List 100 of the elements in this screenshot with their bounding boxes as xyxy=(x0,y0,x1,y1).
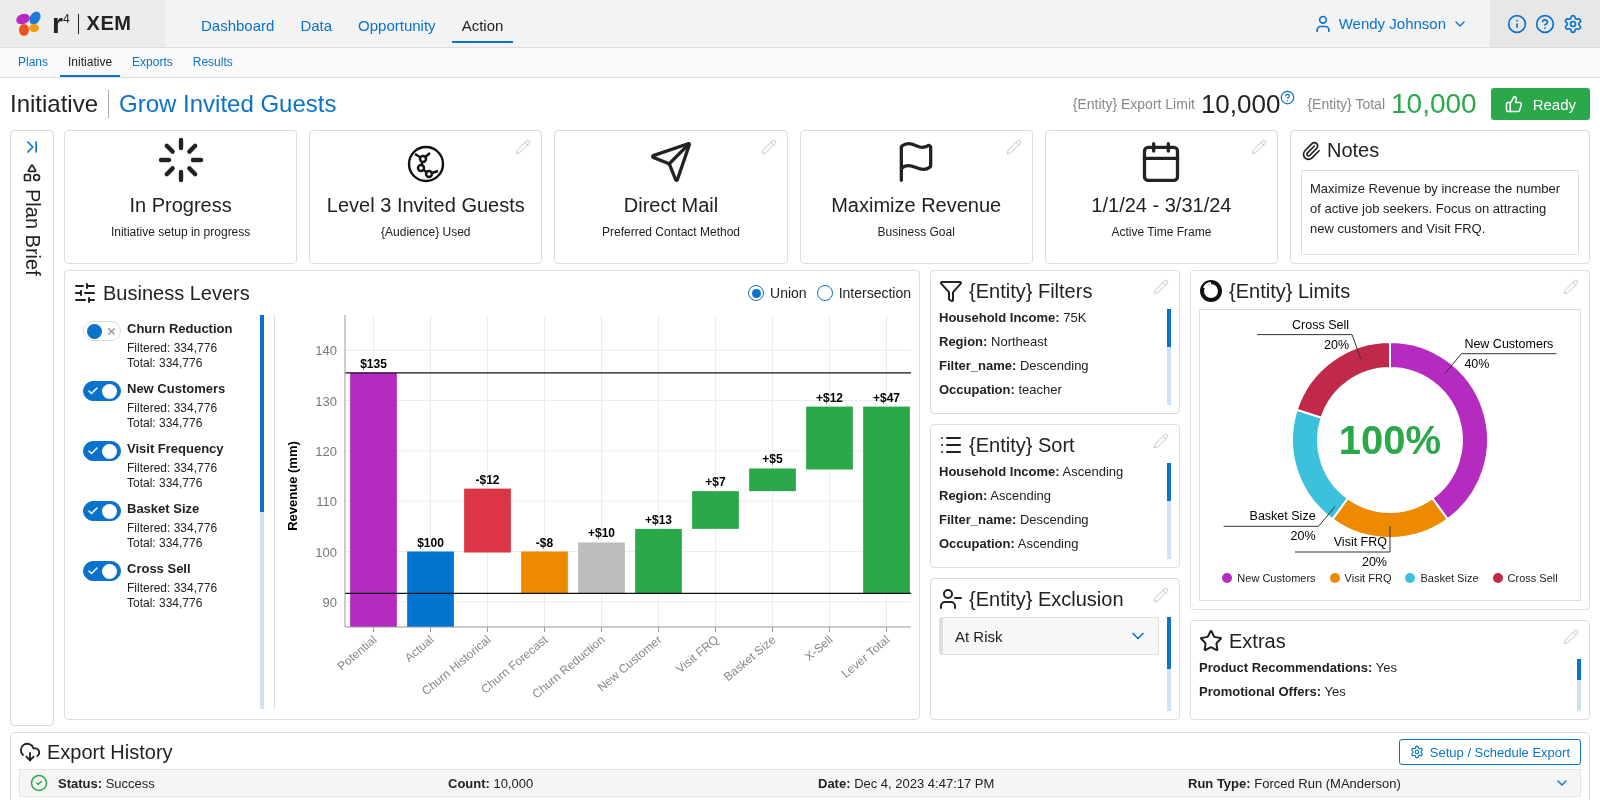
data-label: +$13 xyxy=(644,512,672,527)
radio-option[interactable]: Union xyxy=(748,285,807,301)
info-icon[interactable] xyxy=(1507,13,1527,34)
axis-tick-label: 140 xyxy=(315,343,337,359)
card-subtitle: Preferred Contact Method xyxy=(601,225,741,239)
panel-title: {Entity} Limits xyxy=(1229,279,1351,303)
scrollbar[interactable] xyxy=(1167,617,1171,711)
panel-title: {Entity} Sort xyxy=(969,433,1075,457)
stat-value: 10,000 xyxy=(1391,88,1477,120)
sliders-icon xyxy=(73,281,97,305)
legend-item: Visit FRQ xyxy=(1329,572,1392,584)
lever-count: Filtered: 334,776 xyxy=(127,401,219,416)
lever-count: Filtered: 334,776 xyxy=(127,581,219,596)
check-icon xyxy=(87,565,99,577)
scrollbar[interactable] xyxy=(1577,659,1581,711)
paperclip-icon xyxy=(1301,140,1321,161)
scrollbar[interactable] xyxy=(1167,309,1171,405)
field-text: Occupation: Ascending xyxy=(939,535,1080,553)
shapes-icon xyxy=(22,163,42,183)
lever-count: Total: 334,776 xyxy=(127,416,204,431)
sub-nav-tab[interactable]: Initiative xyxy=(60,48,121,77)
data-label: +$7 xyxy=(705,475,726,490)
data-label: $100 xyxy=(416,535,444,550)
notes-field[interactable]: Maximize Revenue by increase the number of active job seekers. Focus on attracting new customers and Visit FRQ. xyxy=(1301,170,1579,255)
bar xyxy=(805,406,853,470)
sub-nav-tab[interactable]: Plans xyxy=(10,48,57,77)
sub-nav-tab[interactable]: Exports xyxy=(124,48,181,77)
axis-tick-label: 130 xyxy=(315,393,337,409)
data-label: 20% xyxy=(1290,529,1316,544)
center-value: 100% xyxy=(1338,418,1442,462)
toggle-switch[interactable] xyxy=(83,561,121,581)
axis-tick-label: 100 xyxy=(315,544,337,560)
settings-icon[interactable] xyxy=(1563,13,1583,34)
help-icon[interactable] xyxy=(1280,90,1296,105)
toggle-switch[interactable] xyxy=(83,381,121,401)
help-icon[interactable] xyxy=(1535,13,1555,34)
card-title: 1/1/24 - 3/31/24 xyxy=(1091,194,1232,217)
data-label: +$10 xyxy=(587,526,615,541)
axis-tick-label: 120 xyxy=(315,443,337,459)
toggle-switch[interactable] xyxy=(83,441,121,461)
thumbs-up-icon xyxy=(1504,95,1523,113)
side-panel-tab[interactable]: Plan Brief xyxy=(10,130,54,726)
card-subtitle: Initiative setup in progress xyxy=(110,225,251,239)
paper-plane-icon xyxy=(649,140,693,184)
lever-count: Total: 334,776 xyxy=(127,536,204,551)
card-subtitle: {Audience} Used xyxy=(381,225,471,239)
data-label: 40% xyxy=(1464,356,1490,371)
data-label: New Customers xyxy=(1464,336,1554,351)
star-icon xyxy=(1199,629,1223,653)
legend-item: Basket Size xyxy=(1405,572,1479,584)
initiative-name: Grow Invited Guests xyxy=(118,90,337,118)
page-title: Initiative xyxy=(10,90,110,118)
scrollbar[interactable] xyxy=(1167,463,1171,559)
field-text: Count: 10,000 xyxy=(448,775,535,791)
bar xyxy=(634,528,682,594)
filter-icon xyxy=(939,279,963,303)
card-subtitle: Active Time Frame xyxy=(1111,225,1212,239)
radio-option[interactable]: Intersection xyxy=(816,285,911,301)
ready-button[interactable]: Ready xyxy=(1490,88,1590,120)
stat-label: {Entity} Total xyxy=(1307,96,1385,112)
check-icon xyxy=(87,505,99,517)
panel-title: {Entity} Filters xyxy=(969,279,1093,303)
card-subtitle: Business Goal xyxy=(877,225,955,239)
exclusion-select[interactable]: At Risk xyxy=(939,617,1159,655)
bar xyxy=(748,468,796,492)
nav-tab[interactable]: Data xyxy=(290,5,343,43)
lever-name: New Customers xyxy=(127,381,227,398)
toggle-switch[interactable] xyxy=(83,501,121,521)
nav-tab[interactable]: Dashboard xyxy=(191,5,285,43)
legend-item: Cross Sell xyxy=(1492,572,1558,584)
axis-title: Revenue (mm) xyxy=(284,441,300,531)
field-text: Household Income: 75K xyxy=(939,309,1088,327)
scrollbar[interactable] xyxy=(259,315,264,709)
brand-name: XEM xyxy=(86,12,132,35)
lever-count: Filtered: 334,776 xyxy=(127,521,219,536)
field-text: Product Recommendations: Yes xyxy=(1199,659,1398,677)
data-label: $135 xyxy=(359,356,387,371)
sub-nav-tab[interactable]: Results xyxy=(184,48,241,77)
data-label: Cross Sell xyxy=(1292,317,1350,332)
field-text: Status: Success xyxy=(58,775,156,791)
lever-count: Filtered: 334,776 xyxy=(127,461,219,476)
export-row[interactable]: Status: Success Count: 10,000 Date: Dec 4, 2023 4:47:17 PM Run Type: Forced Run (MAnderson) xyxy=(19,769,1581,797)
stat-label: {Entity} Export Limit xyxy=(1072,96,1195,112)
lever-count: Total: 334,776 xyxy=(127,476,204,491)
user-menu[interactable]: Wendy Johnson xyxy=(1312,0,1490,47)
bar xyxy=(520,551,568,594)
card-title: Direct Mail xyxy=(623,194,719,217)
nav-tab[interactable]: Action xyxy=(451,5,514,43)
settings-icon xyxy=(1409,745,1424,759)
lever-name: Cross Sell xyxy=(127,561,192,578)
field-text: Promotional Offers: Yes xyxy=(1199,683,1347,701)
card-title: Level 3 Invited Guests xyxy=(326,194,525,217)
nav-tab[interactable]: Opportunity xyxy=(348,5,446,43)
schedule-export-button[interactable]: Setup / Schedule Export xyxy=(1398,739,1581,765)
cloud-download-icon xyxy=(19,741,41,763)
panel-title: Export History xyxy=(47,740,173,764)
x-icon xyxy=(106,325,117,337)
panel-title: Extras xyxy=(1229,629,1286,653)
bar xyxy=(463,488,511,553)
axis-tick-label: 110 xyxy=(315,494,337,510)
